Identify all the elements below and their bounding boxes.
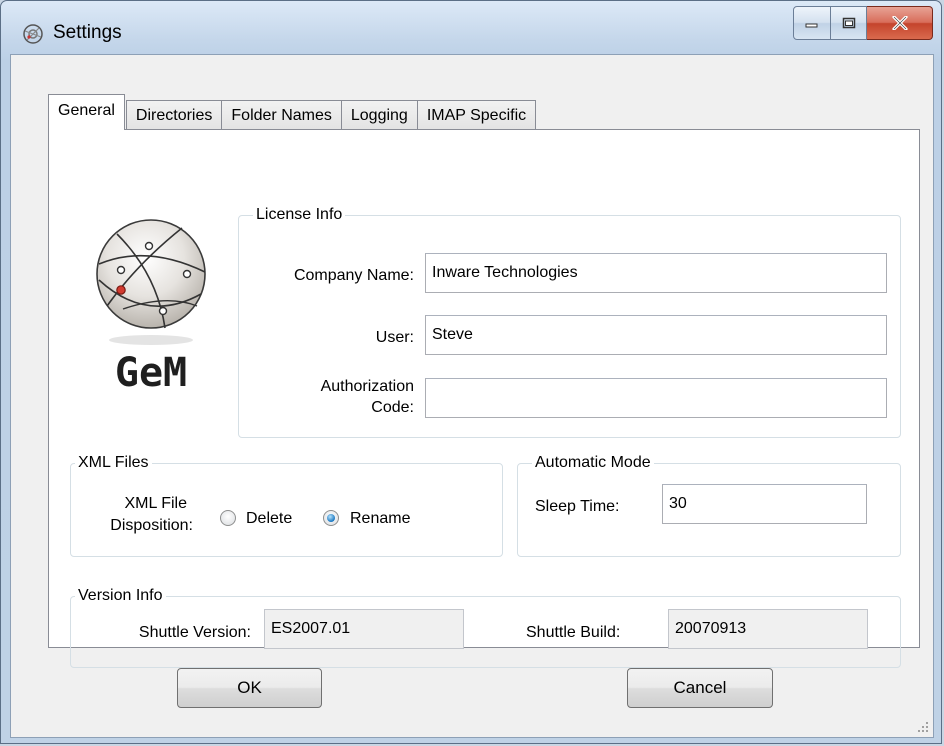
delete-radio-label[interactable]: Delete — [246, 508, 292, 529]
resize-grip-icon[interactable] — [917, 721, 929, 733]
version-info-group: Version Info Shuttle Version: ES2007.01 … — [70, 585, 901, 668]
tab-strip: General Directories Folder Names Logging… — [48, 94, 537, 130]
company-name-field[interactable]: Inware Technologies — [425, 253, 887, 293]
caption-buttons — [793, 6, 933, 41]
gem-logo-icon: GeM — [96, 219, 206, 396]
xml-disposition-label-line2: Disposition: — [110, 517, 193, 534]
title-bar[interactable]: Settings — [1, 1, 941, 53]
close-button[interactable] — [867, 6, 933, 40]
license-info-group: License Info Company Name: Inware Techno… — [238, 204, 901, 438]
maximize-button[interactable] — [831, 6, 867, 40]
cancel-button[interactable]: Cancel — [627, 668, 773, 708]
automatic-mode-group: Automatic Mode Sleep Time: 30 — [517, 452, 901, 557]
settings-window: Settings General Directories Folder Name… — [0, 0, 942, 744]
xml-files-label: XML Files — [75, 452, 152, 474]
ok-button[interactable]: OK — [177, 668, 322, 708]
user-label: User: — [375, 329, 414, 346]
tab-directories[interactable]: Directories — [125, 100, 223, 130]
shuttle-build-label: Shuttle Build: — [526, 624, 621, 641]
shuttle-version-label: Shuttle Version: — [138, 624, 251, 641]
shuttle-build-field: 20070913 — [668, 609, 868, 649]
authorization-code-label-line1: Authorization — [320, 378, 414, 395]
xml-files-group: XML Files XML File Disposition: Delete R… — [70, 452, 503, 557]
shuttle-version-field: ES2007.01 — [264, 609, 464, 649]
sleep-time-label: Sleep Time: — [535, 498, 620, 515]
gem-logo-text: GeM — [115, 350, 187, 396]
authorization-code-label-line2: Code: — [371, 399, 414, 416]
maximize-icon — [842, 17, 855, 29]
sleep-time-field[interactable]: 30 — [662, 484, 867, 524]
dialog-client-area: General Directories Folder Names Logging… — [10, 54, 934, 738]
tab-folder-names[interactable]: Folder Names — [221, 100, 342, 130]
window-title: Settings — [53, 22, 122, 43]
close-icon — [891, 16, 908, 30]
tab-logging[interactable]: Logging — [340, 100, 418, 130]
rename-radio-label[interactable]: Rename — [350, 508, 410, 529]
rename-radio[interactable] — [323, 510, 339, 526]
user-field[interactable]: Steve — [425, 315, 887, 355]
general-tab-panel: License Info Company Name: Inware Techno… — [48, 129, 920, 668]
license-info-label: License Info — [253, 204, 346, 226]
automatic-mode-label: Automatic Mode — [532, 452, 654, 474]
minimize-icon — [805, 23, 818, 28]
delete-radio[interactable] — [220, 510, 236, 526]
company-name-label: Company Name: — [293, 267, 414, 284]
version-info-label: Version Info — [75, 585, 166, 607]
settings-app-icon — [23, 24, 43, 44]
minimize-button[interactable] — [793, 6, 831, 40]
tab-general[interactable]: General — [48, 94, 125, 130]
tab-imap-specific[interactable]: IMAP Specific — [416, 100, 537, 130]
xml-disposition-label-line1: XML File — [124, 495, 187, 512]
authorization-code-field[interactable] — [425, 378, 887, 418]
